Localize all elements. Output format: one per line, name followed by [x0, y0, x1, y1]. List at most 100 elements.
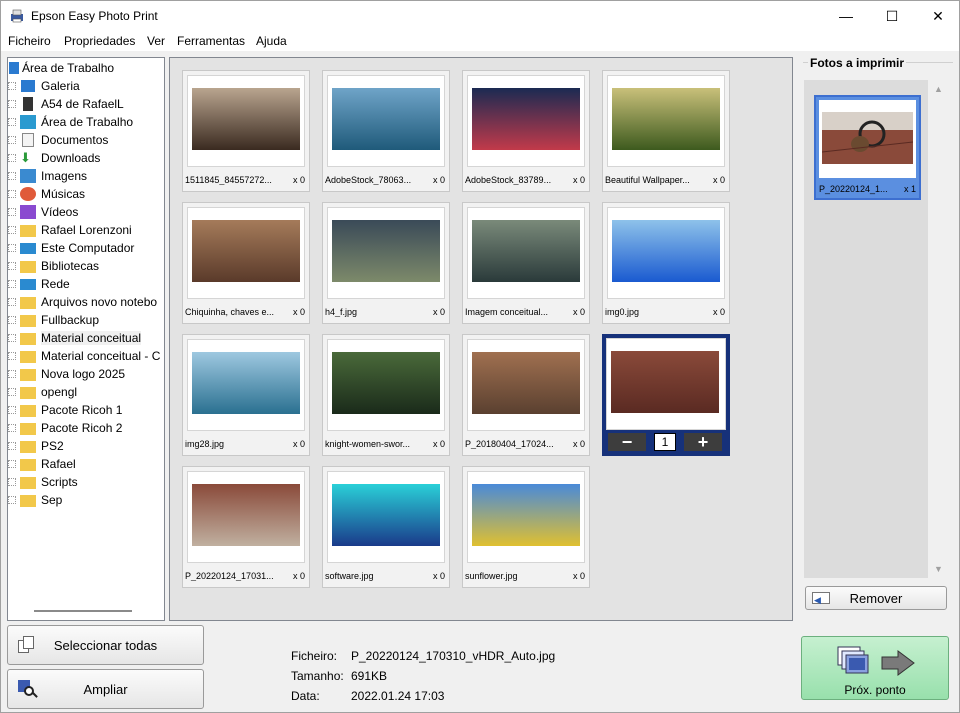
tree-item[interactable]: Rafael Lorenzoni — [8, 221, 164, 239]
desktop-icon — [9, 62, 19, 74]
next-step-button[interactable]: Próx. ponto — [801, 636, 949, 700]
tree-root[interactable]: Área de Trabalho — [8, 59, 164, 77]
print-item[interactable]: P_20220124_1... x 1 — [814, 95, 921, 200]
tree-expander[interactable] — [8, 262, 16, 270]
remove-button[interactable]: ◀ Remover — [805, 586, 947, 610]
tree-expander[interactable] — [8, 370, 16, 378]
videos-icon — [20, 205, 36, 219]
tree-item[interactable]: Pacote Ricoh 1 — [8, 401, 164, 419]
tree-expander[interactable] — [8, 298, 16, 306]
tree-expander[interactable] — [8, 226, 16, 234]
photo-count: x 0 — [572, 307, 585, 317]
tree-expander[interactable] — [8, 406, 16, 414]
photo-thumbnail[interactable]: 1511845_84557272... x 0 — [182, 70, 310, 192]
tree-item[interactable]: Galeria — [8, 77, 164, 95]
photo-thumbnail[interactable]: software.jpg x 0 — [322, 466, 450, 588]
close-button[interactable]: ✕ — [915, 1, 960, 31]
decrease-quantity-button[interactable]: − — [608, 433, 646, 451]
photo-thumbnail[interactable]: img28.jpg x 0 — [182, 334, 310, 456]
tree-horizontal-scrollbar[interactable] — [34, 610, 132, 612]
tree-expander[interactable] — [8, 172, 16, 180]
tree-item-label: Scripts — [41, 475, 78, 489]
photo-thumbnail[interactable]: Beautiful Wallpaper... x 0 — [602, 70, 730, 192]
date-key: Data: — [291, 689, 320, 703]
tree-item[interactable]: Este Computador — [8, 239, 164, 257]
photo-thumbnail[interactable]: Imagem conceitual... x 0 — [462, 202, 590, 324]
tree-expander[interactable] — [8, 496, 16, 504]
tree-item[interactable]: Imagens — [8, 167, 164, 185]
tree-expander[interactable] — [8, 316, 16, 324]
photo-thumbnail[interactable]: −1 + — [602, 334, 730, 456]
tree-expander[interactable] — [8, 154, 16, 162]
tree-expander[interactable] — [8, 100, 16, 108]
photo-thumbnail[interactable]: Chiquinha, chaves e... x 0 — [182, 202, 310, 324]
tree-item[interactable]: Músicas — [8, 185, 164, 203]
menu-propriedades[interactable]: Propriedades — [64, 34, 135, 48]
tree-expander[interactable] — [8, 442, 16, 450]
tree-item-label: Rafael Lorenzoni — [41, 223, 132, 237]
tree-item[interactable]: Área de Trabalho — [8, 113, 164, 131]
minimize-button[interactable]: — — [823, 1, 869, 31]
tree-expander[interactable] — [8, 208, 16, 216]
tree-item[interactable]: Pacote Ricoh 2 — [8, 419, 164, 437]
photo-count: x 0 — [292, 175, 305, 185]
tree-expander[interactable] — [8, 280, 16, 288]
increase-quantity-button[interactable]: + — [684, 433, 722, 451]
photo-thumbnail[interactable]: P_20220124_17031... x 0 — [182, 466, 310, 588]
tree-expander[interactable] — [8, 334, 16, 342]
photo-thumbnail[interactable]: sunflower.jpg x 0 — [462, 466, 590, 588]
photo-thumbnail[interactable]: knight-women-swor... x 0 — [322, 334, 450, 456]
tree-expander[interactable] — [8, 352, 16, 360]
menu-ferramentas[interactable]: Ferramentas — [177, 34, 245, 48]
tree-item[interactable]: Scripts — [8, 473, 164, 491]
tree-item[interactable]: Arquivos novo notebo — [8, 293, 164, 311]
date-value: 2022.01.24 17:03 — [351, 689, 445, 703]
scroll-up-icon[interactable]: ▲ — [934, 84, 943, 94]
tree-expander[interactable] — [8, 190, 16, 198]
tree-item[interactable]: PS2 — [8, 437, 164, 455]
tree-expander[interactable] — [8, 136, 16, 144]
tree-expander[interactable] — [8, 244, 16, 252]
tree-item[interactable]: Rafael — [8, 455, 164, 473]
select-all-button[interactable]: Seleccionar todas — [7, 625, 204, 665]
tree-item[interactable]: ⬇ Downloads — [8, 149, 164, 167]
tree-item[interactable]: Fullbackup — [8, 311, 164, 329]
tree-item[interactable]: Vídeos — [8, 203, 164, 221]
menu-ver[interactable]: Ver — [147, 34, 165, 48]
tree-expander[interactable] — [8, 388, 16, 396]
maximize-button[interactable]: ☐ — [869, 1, 915, 31]
menu-ficheiro[interactable]: Ficheiro — [8, 34, 51, 48]
photo-thumbnail[interactable]: AdobeStock_78063... x 0 — [322, 70, 450, 192]
tree-item[interactable]: Bibliotecas — [8, 257, 164, 275]
tree-item[interactable]: Material conceitual - C — [8, 347, 164, 365]
folder-tree[interactable]: Área de Trabalho Galeria A54 de RafaelL Ár… — [7, 57, 165, 621]
tree-expander[interactable] — [8, 424, 16, 432]
epson-app-icon — [11, 9, 23, 23]
menu-ajuda[interactable]: Ajuda — [256, 34, 287, 48]
photo-thumbnail[interactable]: img0.jpg x 0 — [602, 202, 730, 324]
tree-item[interactable]: A54 de RafaelL — [8, 95, 164, 113]
photo-thumbnail[interactable]: P_20180404_17024... x 0 — [462, 334, 590, 456]
tree-item[interactable]: Rede — [8, 275, 164, 293]
photo-thumbnail[interactable]: h4_f.jpg x 0 — [322, 202, 450, 324]
print-list-scrollbar[interactable]: ▲ ▼ — [929, 80, 949, 578]
zoom-button[interactable]: Ampliar — [7, 669, 204, 709]
photo-frame — [606, 338, 726, 430]
quantity-value[interactable]: 1 — [654, 433, 676, 451]
photo-frame — [467, 339, 585, 431]
photo-count: x 0 — [712, 307, 725, 317]
tree-item[interactable]: Sep — [8, 491, 164, 509]
tree-item[interactable]: opengl — [8, 383, 164, 401]
tree-item[interactable]: Material conceitual — [8, 329, 164, 347]
tree-expander[interactable] — [8, 118, 16, 126]
photo-image — [332, 352, 440, 414]
tree-expander[interactable] — [8, 460, 16, 468]
tree-item[interactable]: Nova logo 2025 — [8, 365, 164, 383]
tree-expander[interactable] — [8, 478, 16, 486]
gallery-icon — [20, 79, 36, 93]
tree-expander[interactable] — [8, 82, 16, 90]
scroll-down-icon[interactable]: ▼ — [934, 564, 943, 574]
photo-thumbnail[interactable]: AdobeStock_83789... x 0 — [462, 70, 590, 192]
tree-item[interactable]: Documentos — [8, 131, 164, 149]
photo-filename: knight-women-swor... — [325, 439, 411, 449]
